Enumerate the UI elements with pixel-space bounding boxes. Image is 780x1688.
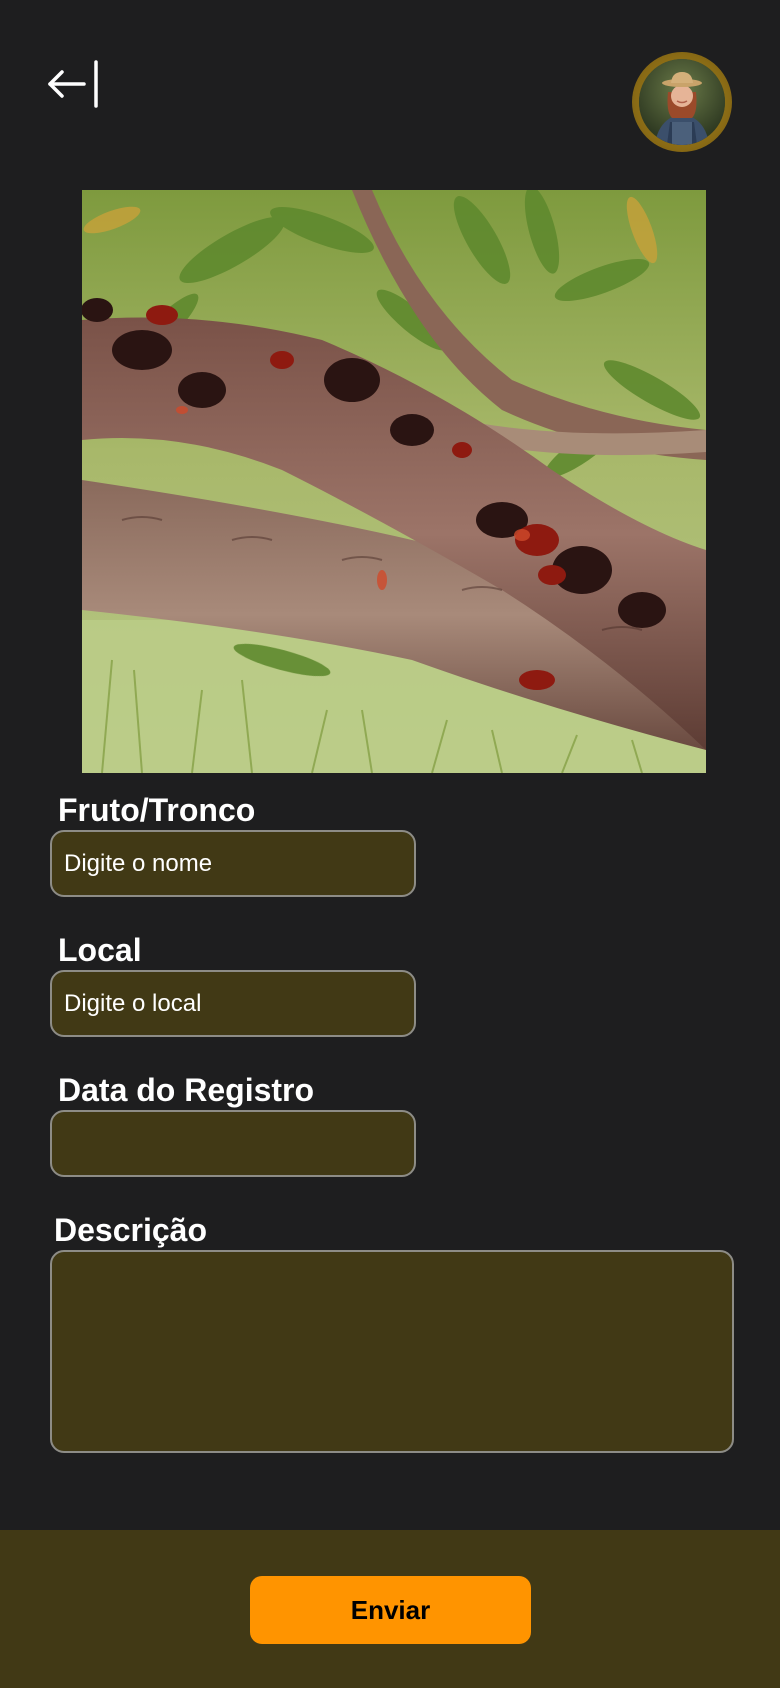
back-button[interactable]	[46, 58, 102, 110]
submit-button[interactable]: Enviar	[250, 1576, 531, 1644]
avatar[interactable]	[632, 52, 732, 152]
tree-branch-with-gum-image	[82, 190, 706, 773]
user-avatar-icon	[639, 59, 725, 145]
arrow-left-to-bar-icon	[48, 60, 98, 108]
bottom-bar: Enviar	[0, 1530, 780, 1688]
date-input[interactable]	[50, 1110, 416, 1177]
description-field-label: Descrição	[54, 1212, 207, 1248]
name-input[interactable]	[50, 830, 416, 897]
date-field-label: Data do Registro	[58, 1072, 315, 1108]
location-field-label: Local	[58, 932, 142, 968]
name-field-label: Fruto/Tronco	[58, 792, 256, 828]
description-textarea[interactable]	[50, 1250, 734, 1453]
tree-branch-photo	[82, 190, 706, 773]
location-input[interactable]	[50, 970, 416, 1037]
